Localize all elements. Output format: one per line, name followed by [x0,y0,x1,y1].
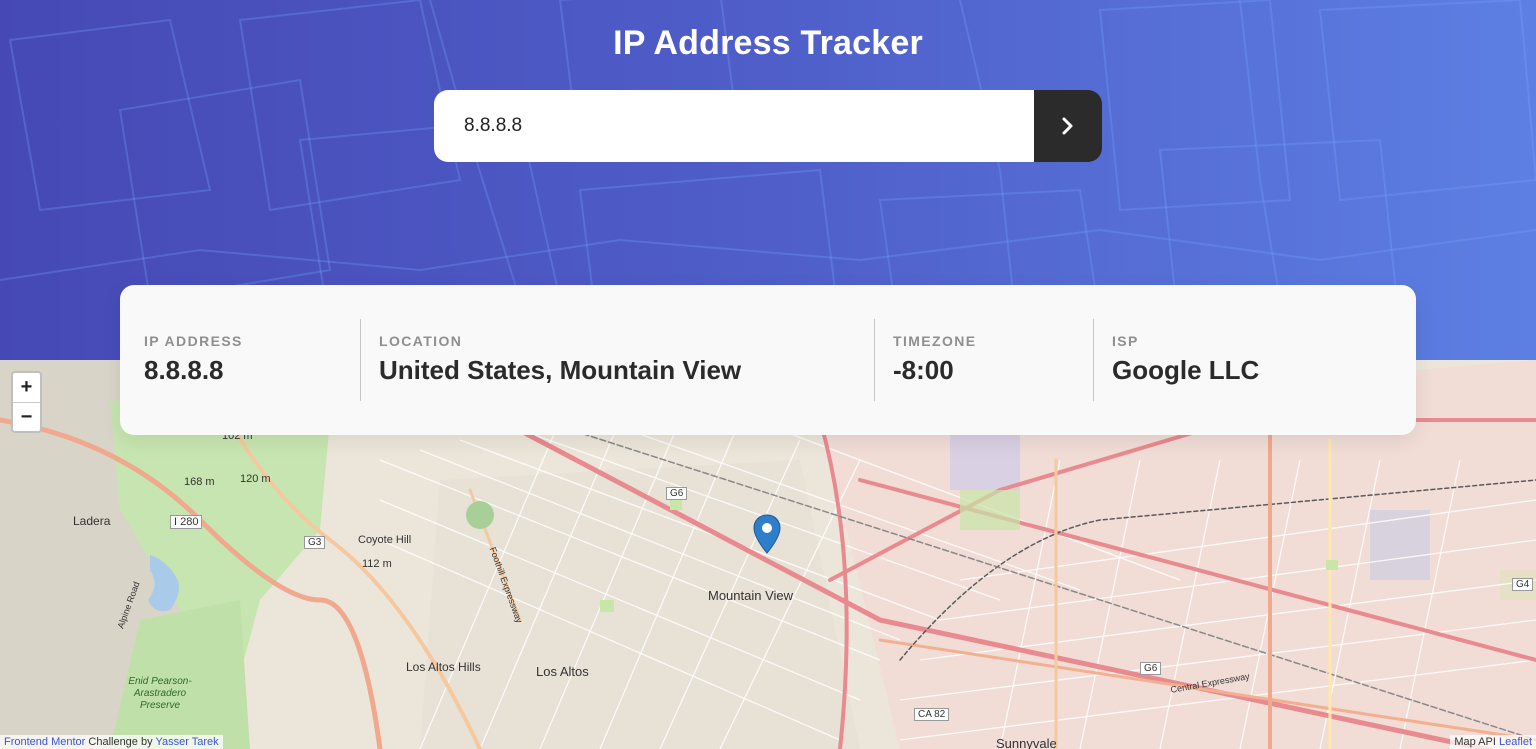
page-title: IP Address Tracker [613,24,923,62]
ip-info-card: IP ADDRESS 8.8.8.8 LOCATION United State… [120,285,1416,435]
map-label-coyote-hill: Coyote Hill [358,534,412,546]
map-label-los-altos-hills: Los Altos Hills [406,660,481,674]
map-label-los-altos: Los Altos [536,664,589,679]
map-label-mountain-view: Mountain View [708,588,794,603]
map-label-ca82: CA 82 [914,708,950,721]
timezone-label: TIMEZONE [893,333,977,349]
map-label-ladera: Ladera [73,514,111,528]
ip-search-input[interactable] [434,90,1034,162]
attribution-left: Frontend Mentor Challenge by Yasser Tare… [0,735,223,749]
map-label-elevation-168: 168 m [184,476,215,488]
isp-section: ISP Google LLC [1093,319,1393,401]
ip-search-form [434,90,1102,162]
ip-address-label: IP ADDRESS [144,333,243,349]
isp-value: Google LLC [1112,355,1260,385]
timezone-section: TIMEZONE -8:00 [874,319,1093,401]
isp-label: ISP [1112,333,1139,349]
location-label: LOCATION [379,333,463,349]
frontend-mentor-link[interactable]: Frontend Mentor [4,736,85,748]
chevron-right-icon [1062,117,1073,135]
zoom-out-button[interactable]: − [13,402,40,431]
map-label-enid-preserve: Enid Pearson- Arastradero Preserve [128,676,192,711]
map-label-g3: G3 [304,536,326,549]
search-submit-button[interactable] [1034,90,1102,162]
location-section: LOCATION United States, Mountain View [360,319,874,401]
map-label-g6-south: G6 [1140,662,1162,675]
attribution-right: Map API Leaflet [1450,735,1536,749]
map-label-sunnyvale: Sunnyvale [996,736,1057,749]
leaflet-link[interactable]: Leaflet [1499,736,1532,748]
location-value: United States, Mountain View [379,355,742,385]
ip-address-value: 8.8.8.8 [144,355,224,385]
ip-address-section: IP ADDRESS 8.8.8.8 [120,319,360,401]
attribution-map-api-text: Map API [1454,736,1499,748]
map-label-elevation-120: 120 m [240,473,271,485]
zoom-in-button[interactable]: + [13,373,40,402]
zoom-control: + − [11,371,42,433]
map-label-g4: G4 [1512,578,1534,591]
attribution-challenge-text: Challenge by [85,736,156,748]
map-label-g6-north: G6 [666,487,688,500]
location-pin-icon[interactable] [753,514,781,554]
author-link[interactable]: Yasser Tarek [155,736,218,748]
map-label-coyote-hill-elevation: 112 m [362,558,392,570]
timezone-value: -8:00 [893,355,954,385]
map-label-i280: I 280 [170,515,203,529]
